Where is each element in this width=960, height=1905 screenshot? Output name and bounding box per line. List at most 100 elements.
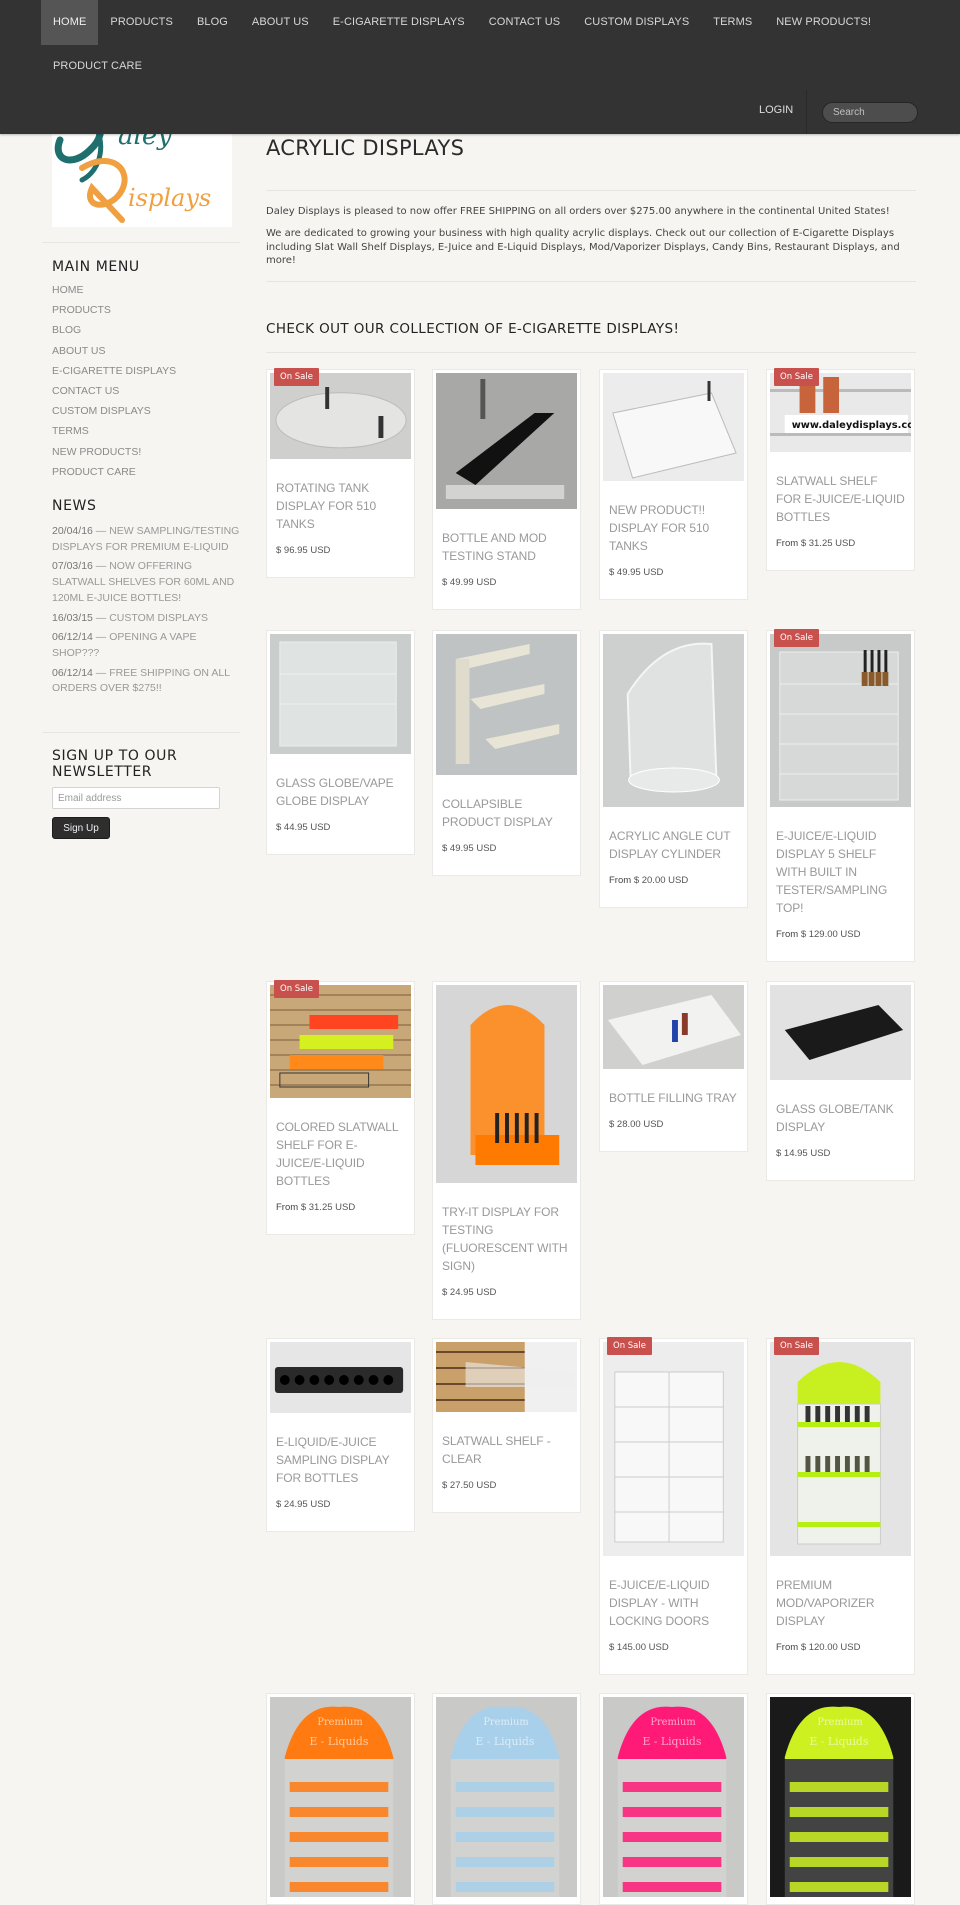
product-card[interactable]: GLASS GLOBE/TANK DISPLAY $ 14.95 USD xyxy=(766,981,915,1181)
news-item[interactable]: 20/04/16 — NEW SAMPLING/TESTING DISPLAYS… xyxy=(52,524,242,555)
news-item[interactable]: 07/03/16 — NOW OFFERING SLATWALL SHELVES… xyxy=(52,559,242,606)
product-image[interactable] xyxy=(270,634,411,758)
sidebar-item-custom-displays[interactable]: CUSTOM DISPLAYS xyxy=(52,405,176,425)
product-card[interactable]: On Sale E-JUICE/E-LIQUID DISPLAY 5 SHELF … xyxy=(766,629,915,962)
product-card[interactable]: COLLAPSIBLE PRODUCT DISPLAY $ 49.95 USD xyxy=(432,630,581,876)
sidebar-item-e-cigarette-displays[interactable]: E-CIGARETTE DISPLAYS xyxy=(52,365,176,385)
sidebar-item-blog[interactable]: BLOG xyxy=(52,324,176,344)
product-image-art xyxy=(770,1342,911,1556)
news-item[interactable]: 16/03/15 — CUSTOM DISPLAYS xyxy=(52,611,242,627)
product-title[interactable]: COLLAPSIBLE PRODUCT DISPLAY xyxy=(442,795,571,831)
nav-home[interactable]: HOME xyxy=(41,0,99,45)
product-card[interactable]: BOTTLE FILLING TRAY $ 28.00 USD xyxy=(599,981,748,1152)
product-title[interactable]: TRY-IT DISPLAY FOR TESTING (FLUORESCENT … xyxy=(442,1203,571,1275)
product-title[interactable]: ACRYLIC ANGLE CUT DISPLAY CYLINDER xyxy=(609,827,738,863)
product-image[interactable]: Premium E - Liquids xyxy=(270,1697,411,1901)
product-image[interactable] xyxy=(436,1342,577,1416)
on-sale-badge: On Sale xyxy=(774,1337,819,1355)
product-title[interactable]: SLATWALL SHELF FOR E-JUICE/E-LIQUID BOTT… xyxy=(776,472,905,526)
price-from-label: From xyxy=(776,929,799,940)
product-image[interactable] xyxy=(436,985,577,1187)
product-image[interactable] xyxy=(770,634,911,811)
product-card[interactable]: TRY-IT DISPLAY FOR TESTING (FLUORESCENT … xyxy=(432,981,581,1320)
newsletter-heading: SIGN UP TO OUR NEWSLETTER xyxy=(52,748,178,780)
news-separator: — xyxy=(95,525,107,537)
product-image[interactable]: Premium E - Liquids xyxy=(770,1697,911,1901)
product-title[interactable]: GLASS GLOBE/VAPE GLOBE DISPLAY xyxy=(276,774,405,810)
product-title[interactable]: PREMIUM MOD/VAPORIZER DISPLAY xyxy=(776,1576,905,1630)
product-card[interactable]: Premium E - Liquids xyxy=(432,1693,581,1905)
news-item[interactable]: 06/12/14 — OPENING A VAPE SHOP??? xyxy=(52,630,242,661)
product-card[interactable]: On Sale E-JUICE/E-LIQUID DISPLAY - WITH L… xyxy=(599,1337,748,1675)
sidebar-item-products[interactable]: PRODUCTS xyxy=(52,304,176,324)
product-card[interactable]: www.daleydisplays.com On Sale SLATWALL SHE… xyxy=(766,368,915,571)
product-title[interactable]: E-LIQUID/E-JUICE SAMPLING DISPLAY FOR BO… xyxy=(276,1433,405,1487)
header-divider xyxy=(806,90,807,134)
nav-terms[interactable]: TERMS xyxy=(701,0,764,45)
search-input[interactable] xyxy=(822,102,918,123)
product-image[interactable] xyxy=(770,1342,911,1560)
product-card[interactable]: ACRYLIC ANGLE CUT DISPLAY CYLINDER From $… xyxy=(599,630,748,908)
product-card[interactable]: On Sale COLORED SLATWALL SHELF FOR E-JUIC… xyxy=(266,980,415,1235)
product-card[interactable]: On Sale ROTATING TANK DISPLAY FOR 510 TAN… xyxy=(266,368,415,578)
product-card[interactable]: GLASS GLOBE/VAPE GLOBE DISPLAY $ 44.95 US… xyxy=(266,630,415,855)
product-image[interactable]: Premium E - Liquids xyxy=(603,1697,744,1901)
nav-about-us[interactable]: ABOUT US xyxy=(240,0,321,45)
product-image[interactable] xyxy=(436,634,577,779)
product-image[interactable] xyxy=(603,634,744,811)
nav-custom-displays[interactable]: CUSTOM DISPLAYS xyxy=(572,0,701,45)
nav-new-products[interactable]: NEW PRODUCTS! xyxy=(764,0,883,45)
newsletter-email-input[interactable] xyxy=(52,787,220,809)
product-title[interactable]: NEW PRODUCT!! DISPLAY FOR 510 TANKS xyxy=(609,501,738,555)
product-title[interactable]: E-JUICE/E-LIQUID DISPLAY 5 SHELF WITH BU… xyxy=(776,827,905,917)
product-title[interactable]: GLASS GLOBE/TANK DISPLAY xyxy=(776,1100,905,1136)
product-card[interactable]: Premium E - Liquids xyxy=(766,1693,915,1905)
product-card[interactable]: Premium E - Liquids xyxy=(599,1693,748,1905)
product-image[interactable]: Premium E - Liquids xyxy=(436,1697,577,1901)
sidebar-item-home[interactable]: HOME xyxy=(52,284,176,304)
content-divider xyxy=(266,281,916,282)
nav-product-care[interactable]: PRODUCT CARE xyxy=(41,45,154,87)
price-value: $ 129.00 USD xyxy=(800,929,861,940)
product-card[interactable]: BOTTLE AND MOD TESTING STAND $ 49.99 USD xyxy=(432,369,581,610)
product-card[interactable]: Premium E - Liquids xyxy=(266,1693,415,1905)
sidebar-item-about-us[interactable]: ABOUT US xyxy=(52,345,176,365)
product-image[interactable] xyxy=(270,373,411,463)
on-sale-badge: On Sale xyxy=(274,368,319,386)
newsletter-signup-button[interactable]: Sign Up xyxy=(52,817,110,839)
product-price: $ 49.95 USD xyxy=(609,567,738,578)
product-image[interactable] xyxy=(603,373,744,485)
product-image[interactable] xyxy=(270,985,411,1102)
login-link[interactable]: LOGIN xyxy=(759,104,793,116)
news-separator: — xyxy=(95,611,107,624)
product-image[interactable] xyxy=(270,1342,411,1417)
nav-e-cigarette-displays[interactable]: E-CIGARETTE DISPLAYS xyxy=(321,0,477,45)
product-title[interactable]: BOTTLE FILLING TRAY xyxy=(609,1089,738,1107)
product-image[interactable] xyxy=(770,985,911,1084)
product-card[interactable]: SLATWALL SHELF - CLEAR $ 27.50 USD xyxy=(432,1338,581,1513)
product-title[interactable]: SLATWALL SHELF - CLEAR xyxy=(442,1432,571,1468)
product-title[interactable]: COLORED SLATWALL SHELF FOR E-JUICE/E-LIQ… xyxy=(276,1118,405,1190)
product-title[interactable]: ROTATING TANK DISPLAY FOR 510 TANKS xyxy=(276,479,405,533)
product-title[interactable]: E-JUICE/E-LIQUID DISPLAY - WITH LOCKING … xyxy=(609,1576,738,1630)
news-item[interactable]: 06/12/14 — FREE SHIPPING ON ALL ORDERS O… xyxy=(52,666,242,697)
nav-blog[interactable]: BLOG xyxy=(185,0,240,45)
product-title[interactable]: BOTTLE AND MOD TESTING STAND xyxy=(442,529,571,565)
sidebar-item-new-products[interactable]: NEW PRODUCTS! xyxy=(52,446,176,466)
product-price: From $ 31.25 USD xyxy=(776,538,905,549)
product-image-art xyxy=(603,634,744,807)
product-card[interactable]: E-LIQUID/E-JUICE SAMPLING DISPLAY FOR BO… xyxy=(266,1338,415,1532)
product-image[interactable] xyxy=(603,1342,744,1560)
sidebar-item-product-care[interactable]: PRODUCT CARE xyxy=(52,466,176,486)
sidebar-divider xyxy=(42,242,240,243)
product-card[interactable]: On Sale PREMIUM MOD/VAPORIZER DISPLAY From… xyxy=(766,1337,915,1675)
product-image[interactable] xyxy=(603,985,744,1073)
sidebar-item-terms[interactable]: TERMS xyxy=(52,425,176,445)
nav-contact-us[interactable]: CONTACT US xyxy=(477,0,573,45)
product-card[interactable]: NEW PRODUCT!! DISPLAY FOR 510 TANKS $ 49.… xyxy=(599,369,748,600)
price-value: $ 49.99 USD xyxy=(442,577,497,588)
nav-products[interactable]: PRODUCTS xyxy=(98,0,185,45)
sidebar-item-contact-us[interactable]: CONTACT US xyxy=(52,385,176,405)
product-price: From $ 20.00 USD xyxy=(609,875,738,886)
product-image[interactable] xyxy=(436,373,577,513)
